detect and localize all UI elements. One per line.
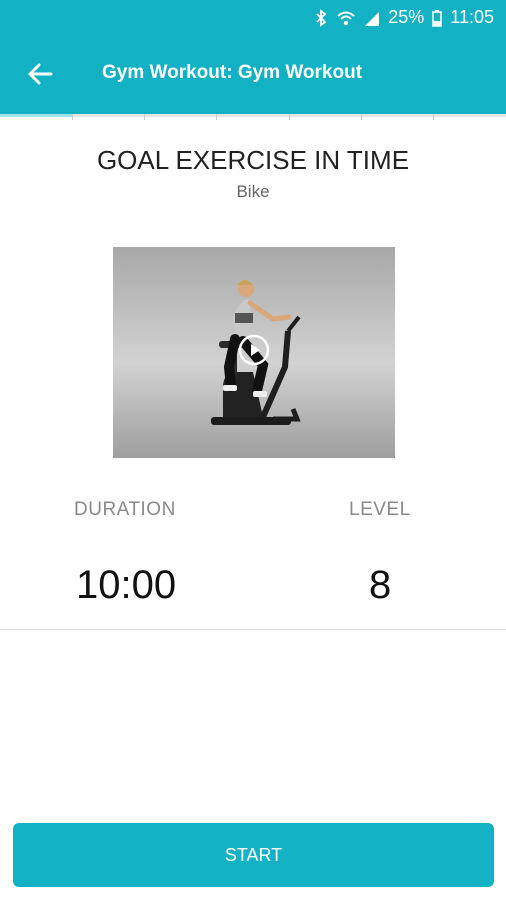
goal-title: GOAL EXERCISE IN TIME bbox=[96, 145, 410, 175]
start-button[interactable]: START bbox=[13, 823, 494, 887]
battery-percent: 25% bbox=[388, 7, 425, 27]
machine-name: Bike bbox=[236, 182, 270, 201]
divider bbox=[0, 629, 506, 630]
duration-value: 10:00 bbox=[76, 563, 177, 607]
page-title: Gym Workout: Gym Workout bbox=[102, 62, 363, 83]
arrow-left-icon bbox=[28, 63, 53, 85]
level-value: 8 bbox=[369, 563, 392, 607]
play-icon[interactable] bbox=[238, 334, 270, 366]
tab-indicator bbox=[0, 114, 506, 120]
battery-icon bbox=[432, 9, 443, 27]
wifi-icon bbox=[337, 11, 355, 25]
clock: 11:05 bbox=[450, 7, 494, 27]
duration-label: DURATION bbox=[74, 499, 176, 520]
signal-icon bbox=[365, 11, 380, 26]
back-button[interactable] bbox=[22, 58, 58, 90]
level-label: LEVEL bbox=[349, 499, 411, 520]
exercise-video[interactable] bbox=[113, 247, 395, 458]
status-bar: 25% 11:05 bbox=[0, 0, 506, 36]
bluetooth-icon bbox=[316, 8, 327, 27]
app-bar: 25% 11:05 Gym Workout: Gym Workout bbox=[0, 0, 506, 114]
